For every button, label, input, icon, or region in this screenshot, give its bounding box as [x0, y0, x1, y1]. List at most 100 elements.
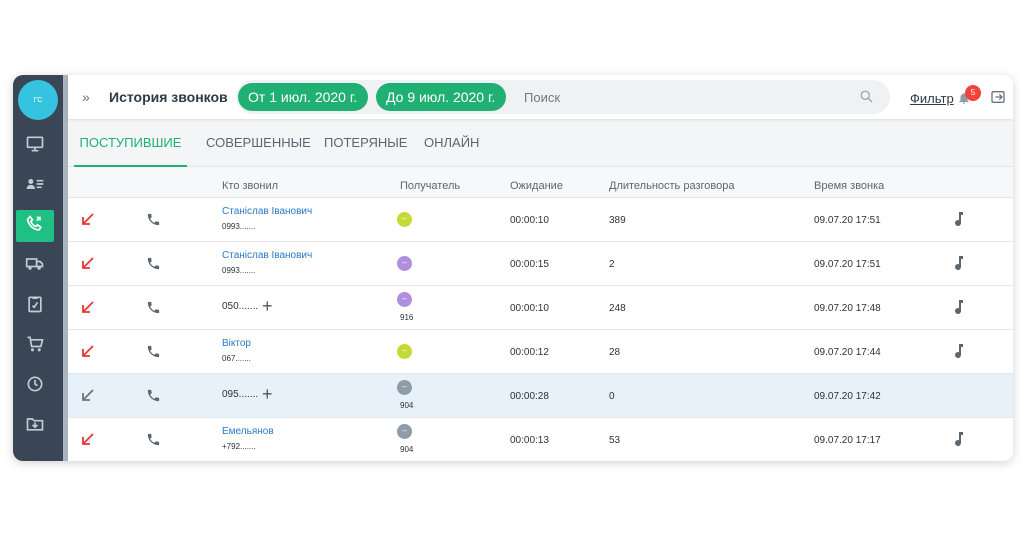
folder-download-icon [25, 414, 45, 439]
incoming-call-arrow-icon [81, 256, 95, 275]
page-title: История звонков [109, 89, 228, 105]
search-icon[interactable] [859, 89, 874, 109]
sidebar: ГС [13, 75, 63, 461]
caller-number: 0993....... [222, 222, 256, 231]
tab-online[interactable]: ОНЛАЙН [424, 123, 479, 167]
search-input[interactable]: Поиск [524, 90, 560, 105]
incoming-call-arrow-icon [81, 344, 95, 363]
call-time: 09.07.20 17:51 [814, 215, 881, 226]
caller-number: 095....... [222, 389, 259, 400]
waiting-time: 00:00:13 [510, 435, 549, 446]
cart-icon [25, 334, 45, 359]
monitor-nav-button[interactable] [16, 130, 54, 162]
call-time: 09.07.20 17:17 [814, 435, 881, 446]
avatar[interactable]: ГС [18, 80, 58, 120]
cart-nav-button[interactable] [16, 330, 54, 362]
tab-lost[interactable]: ПОТЕРЯНЫЕ [324, 123, 407, 167]
tab-bar: ПОСТУПИВШИЕ СОВЕРШЕННЫЕ ПОТЕРЯНЫЕ ОНЛАЙН [68, 123, 1013, 167]
phone-calls-nav-button[interactable] [16, 210, 54, 242]
history-icon [25, 374, 45, 399]
notification-badge: 5 [965, 85, 981, 101]
history-nav-button[interactable] [16, 370, 54, 402]
call-duration: 389 [609, 215, 626, 226]
call-time: 09.07.20 17:44 [814, 347, 881, 358]
call-time: 09.07.20 17:48 [814, 303, 881, 314]
caller-name-link[interactable]: Емельянов [222, 426, 274, 437]
main-content: » История звонков От 1 июл. 2020 г. До 9… [68, 75, 1013, 461]
waiting-time: 00:00:28 [510, 391, 549, 402]
tab-incoming[interactable]: ПОСТУПИВШИЕ [74, 123, 187, 167]
phone-calls-icon [25, 214, 45, 239]
recipient-avatar: – [397, 292, 412, 307]
call-time: 09.07.20 17:51 [814, 259, 881, 270]
phone-icon[interactable] [146, 388, 161, 408]
truck-nav-button[interactable] [16, 250, 54, 282]
monitor-icon [25, 134, 45, 159]
recording-note-icon[interactable] [954, 211, 966, 232]
recipient-avatar: – [397, 256, 412, 271]
phone-icon[interactable] [146, 432, 161, 452]
recipient-avatar: – [397, 212, 412, 227]
table-row[interactable]: Станіслав Іванович 0993....... – 00:00:10 38… [68, 198, 1013, 242]
waiting-time: 00:00:10 [510, 303, 549, 314]
table-row[interactable]: Емельянов +792....... – 904 00:00:13 53 09.07.… [68, 418, 1013, 461]
recipient-avatar: – [397, 344, 412, 359]
expand-sidebar-icon[interactable]: » [82, 89, 90, 105]
date-to-chip[interactable]: До 9 июл. 2020 г. [376, 83, 506, 111]
caller-number: 067....... [222, 354, 251, 363]
waiting-time: 00:00:15 [510, 259, 549, 270]
search-bar: От 1 июл. 2020 г. До 9 июл. 2020 г. Поис… [236, 80, 890, 114]
incoming-call-arrow-icon [81, 300, 95, 319]
call-duration: 53 [609, 435, 621, 446]
call-duration: 28 [609, 347, 621, 358]
recording-note-icon[interactable] [954, 299, 966, 320]
recipient-avatar: – [397, 424, 412, 439]
date-from-chip[interactable]: От 1 июл. 2020 г. [238, 83, 368, 111]
add-contact-icon[interactable]: + [262, 384, 273, 405]
folder-download-nav-button[interactable] [16, 410, 54, 442]
clipboard-icon [25, 294, 45, 319]
phone-icon[interactable] [146, 300, 161, 320]
exit-icon[interactable] [990, 89, 1006, 110]
waiting-time: 00:00:10 [510, 215, 549, 226]
add-contact-icon[interactable]: + [262, 296, 273, 317]
call-duration: 248 [609, 303, 626, 314]
phone-icon[interactable] [146, 344, 161, 364]
column-recipient: Получатель [400, 180, 461, 192]
table-row[interactable]: Станіслав Іванович 0993....... – 00:00:15 2 0… [68, 242, 1013, 286]
phone-icon[interactable] [146, 256, 161, 276]
table-header: Кто звонил Получатель Ожидание Длительно… [68, 167, 1013, 198]
column-time: Время звонка [814, 180, 885, 192]
caller-name-link[interactable]: Станіслав Іванович [222, 250, 312, 261]
recording-note-icon[interactable] [954, 255, 966, 276]
tab-outgoing[interactable]: СОВЕРШЕННЫЕ [206, 123, 311, 167]
phone-icon[interactable] [146, 212, 161, 232]
column-waiting: Ожидание [510, 180, 563, 192]
recording-note-icon[interactable] [954, 431, 966, 452]
contacts-nav-button[interactable] [16, 170, 54, 202]
recipient-avatar: – [397, 380, 412, 395]
top-bar: » История звонков От 1 июл. 2020 г. До 9… [68, 75, 1013, 119]
incoming-call-arrow-icon [81, 432, 95, 451]
table-row[interactable]: 050....... + – 916 00:00:10 248 09.07.20 17:48 [68, 286, 1013, 330]
column-caller: Кто звонил [222, 180, 279, 192]
recipient-extension: 904 [400, 401, 414, 410]
column-duration: Длительность разговора [609, 180, 735, 192]
caller-number: +792....... [222, 442, 256, 451]
incoming-call-arrow-icon [81, 212, 95, 231]
filter-link[interactable]: Фильтр [910, 91, 954, 106]
caller-number: 0993....... [222, 266, 256, 275]
app-window: ГС » История звонков От 1 июл. 2020 г. Д… [13, 75, 1013, 461]
recipient-extension: 916 [400, 313, 414, 322]
clipboard-nav-button[interactable] [16, 290, 54, 322]
recording-note-icon[interactable] [954, 343, 966, 364]
call-duration: 2 [609, 259, 615, 270]
caller-number: 050....... [222, 301, 259, 312]
truck-icon [25, 254, 45, 279]
caller-name-link[interactable]: Віктор [222, 338, 251, 349]
recipient-extension: 904 [400, 445, 414, 454]
table-row[interactable]: 095....... + – 904 00:00:28 0 09.07.20 17:42 [68, 374, 1013, 418]
table-row[interactable]: Віктор 067....... – 00:00:12 28 09.07.20 17:4… [68, 330, 1013, 374]
call-time: 09.07.20 17:42 [814, 391, 881, 402]
caller-name-link[interactable]: Станіслав Іванович [222, 206, 312, 217]
